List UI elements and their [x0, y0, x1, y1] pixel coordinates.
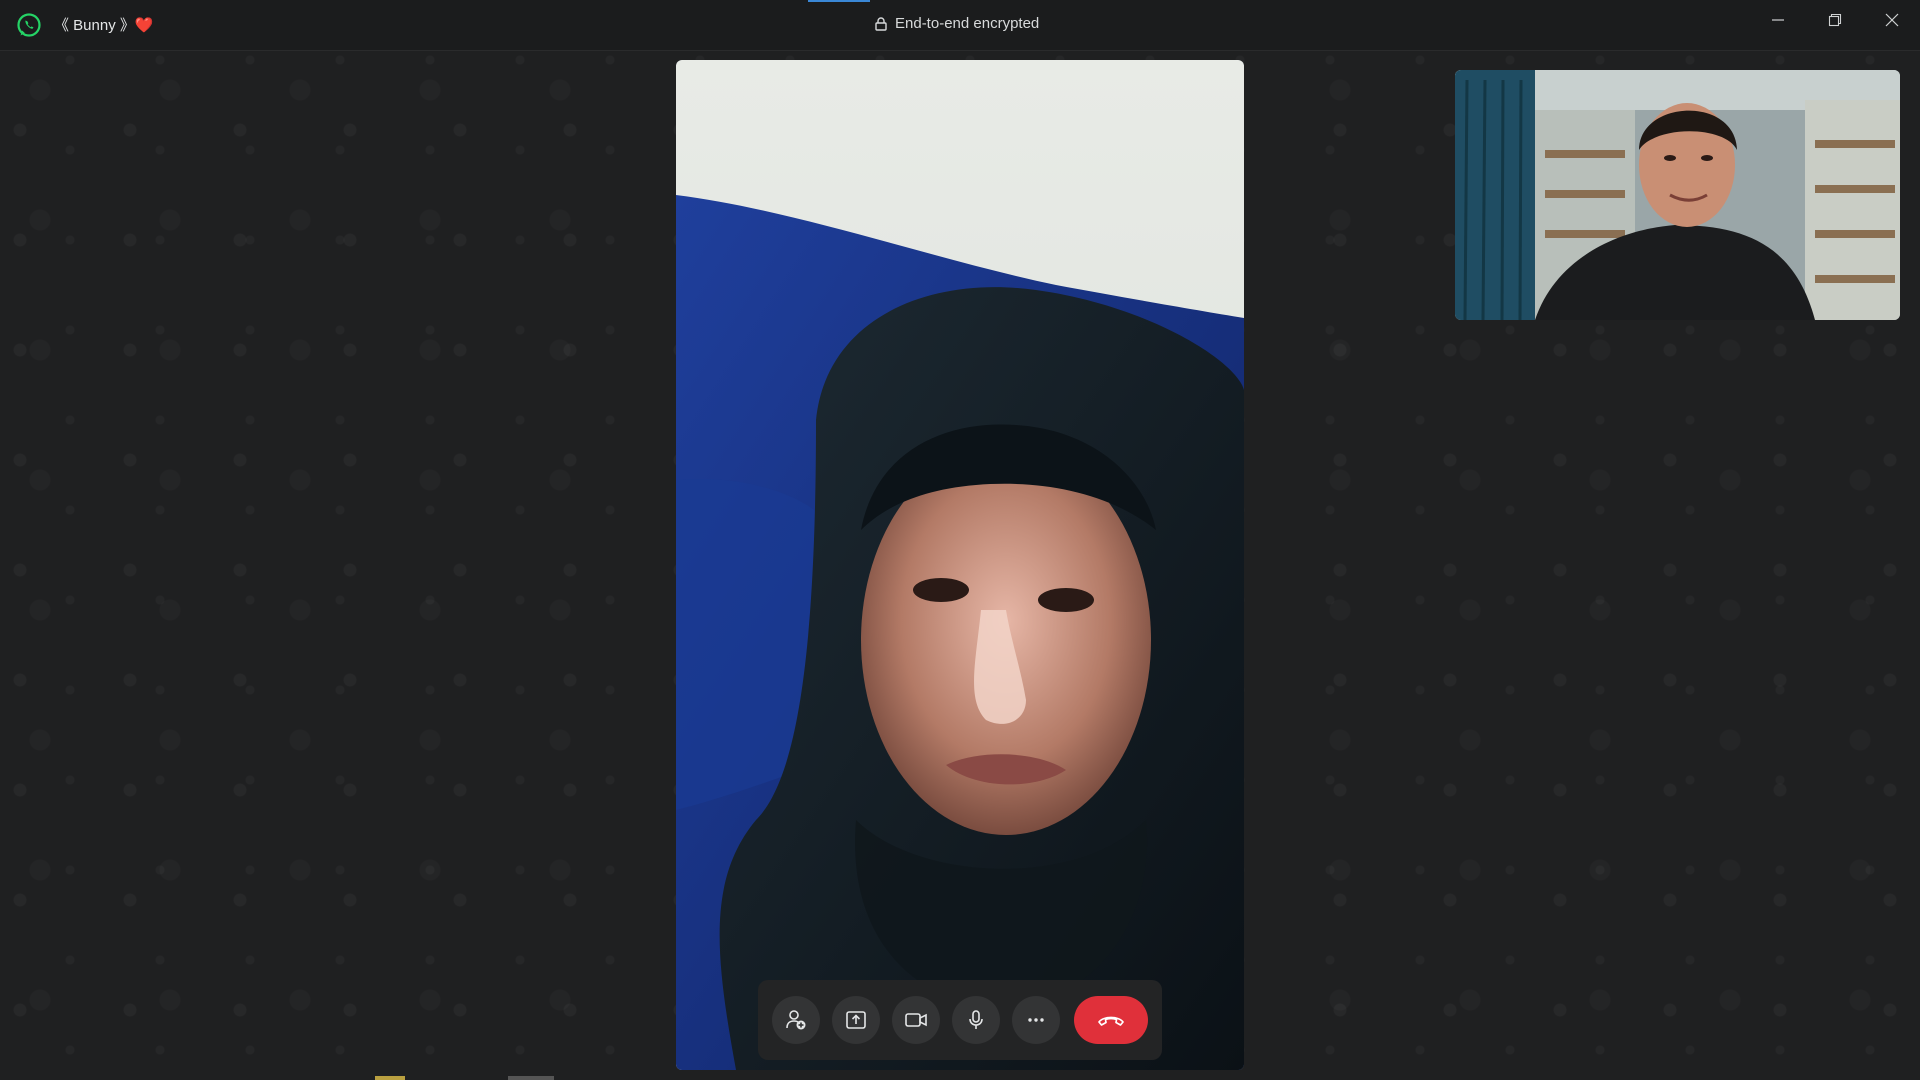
share-screen-button[interactable]: [832, 996, 880, 1044]
taskbar-indicator-2: [508, 1076, 554, 1080]
minimize-icon: [1771, 19, 1784, 21]
contact-name-text: 《 Bunny 》: [54, 17, 135, 34]
hang-up-icon: [1098, 1016, 1124, 1026]
taskbar-indicator-1: [375, 1076, 405, 1080]
minimize-button[interactable]: [1749, 0, 1806, 40]
close-button[interactable]: [1863, 0, 1920, 40]
title-accent-bar: [808, 0, 870, 2]
microphone-icon: [969, 1010, 983, 1029]
encryption-status: End-to-end encrypted: [875, 15, 1039, 32]
encryption-label: End-to-end encrypted: [895, 15, 1040, 32]
remote-participant-video[interactable]: [676, 60, 1244, 1070]
more-options-button[interactable]: [1012, 996, 1060, 1044]
heart-emoji: ❤️: [134, 17, 154, 34]
end-call-button[interactable]: [1074, 996, 1148, 1044]
add-person-icon: [786, 1010, 806, 1030]
restore-button[interactable]: [1806, 0, 1863, 40]
title-bar: 《 Bunny 》❤️ End-to-end encrypted: [0, 0, 1920, 51]
window-controls: [1749, 0, 1920, 40]
contact-name: 《 Bunny 》❤️: [54, 14, 154, 35]
more-options-icon: [1028, 1018, 1044, 1022]
self-preview-video[interactable]: [1455, 70, 1900, 320]
call-controls-bar: [758, 980, 1162, 1060]
lock-icon: [875, 16, 887, 31]
add-participant-button[interactable]: [772, 996, 820, 1044]
microphone-button[interactable]: [952, 996, 1000, 1044]
screen-share-icon: [846, 1011, 866, 1029]
close-icon: [1885, 13, 1898, 27]
camera-button[interactable]: [892, 996, 940, 1044]
video-camera-icon: [905, 1013, 927, 1027]
whatsapp-call-window: 《 Bunny 》❤️ End-to-end encrypted: [0, 0, 1920, 1080]
restore-icon: [1828, 13, 1841, 27]
whatsapp-logo-icon: [17, 13, 41, 37]
